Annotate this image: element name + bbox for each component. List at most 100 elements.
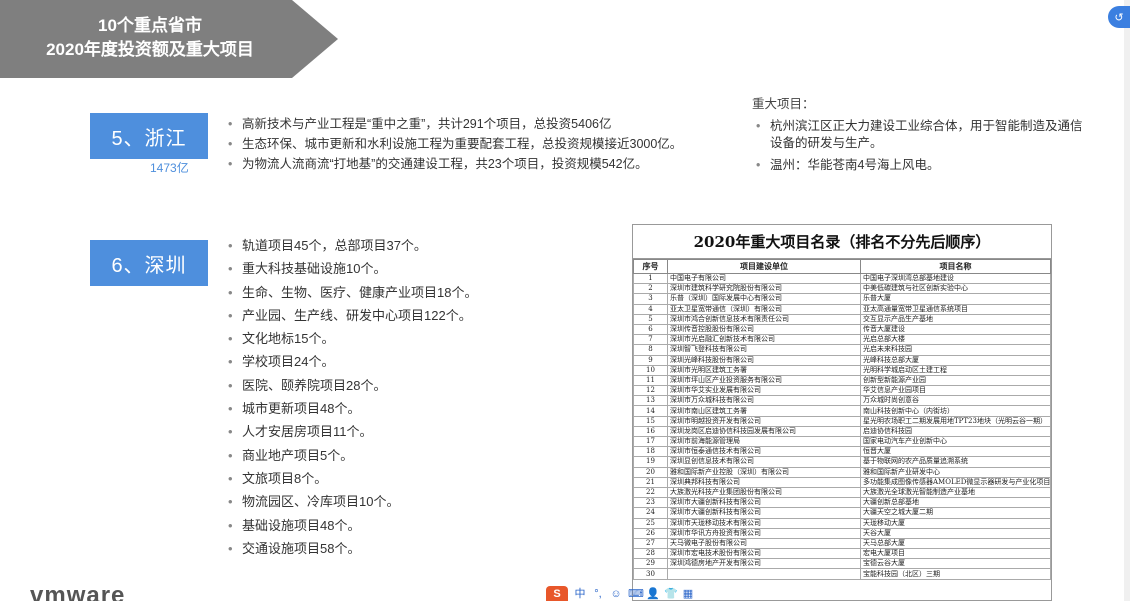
cell-project-name: 宝能科技园（北区）三期 — [860, 568, 1051, 580]
cell-index: 19 — [633, 456, 668, 468]
table-row: 25 深圳市天珑移动技术有限公司 天珑移动大厦 — [633, 517, 1051, 529]
grid-menu-icon[interactable]: ▦ — [682, 588, 694, 600]
major-projects-heading: 重大项目： — [752, 97, 815, 111]
list-item: 为物流人流商流“打地基”的交通建设工程，共23个项目，投资规模542亿。 — [228, 154, 748, 174]
cell-index: 14 — [633, 405, 668, 417]
cell-builder: 深圳市恒泰通信技术有限公司 — [667, 446, 861, 458]
scrollbar-track[interactable] — [1124, 0, 1130, 601]
zhejiang-bullet-list: 高新技术与产业工程是“重中之重”，共计291个项目，总投资5406亿 生态环保、… — [228, 114, 748, 174]
cell-index: 18 — [633, 446, 668, 458]
cell-project-name: 大疆天空之城大厦二期 — [860, 507, 1051, 519]
table-row: 1 中国电子有限公司 中国电子深圳湾总部基地建设 — [633, 272, 1051, 285]
cell-project-name: 亚太高通量宽带卫星通信系统项目 — [860, 303, 1051, 315]
cell-builder: 深圳市光启融汇创新技术有限公司 — [667, 334, 861, 346]
cell-builder: 深圳市宏电技术股份有限公司 — [667, 548, 861, 560]
cell-builder: 中国电子有限公司 — [667, 272, 861, 285]
cell-index: 26 — [633, 527, 668, 539]
list-item: 产业园、生产线、研发中心项目122个。 — [228, 304, 628, 328]
cell-project-name: 光启总部大楼 — [860, 334, 1051, 346]
cell-project-name: 南山科技创新中心（内街坊） — [860, 405, 1051, 417]
cell-project-name: 华艾信息产业园项目 — [860, 385, 1051, 397]
cell-builder: 深圳龙岗区启迪协信科技园发展有限公司 — [667, 425, 861, 438]
list-item: 温州：华能苍南4号海上风电。 — [756, 157, 1086, 174]
table-row: 29 深圳鸿德房地产开发有限公司 宝德云谷大厦 — [633, 558, 1051, 570]
cell-index: 17 — [633, 435, 668, 448]
cell-index: 29 — [633, 558, 668, 570]
cell-index: 30 — [633, 568, 668, 580]
cell-index: 16 — [633, 425, 668, 438]
cell-project-name: 宏电大厦项目 — [860, 548, 1051, 560]
table-row: 22 大族激光科技产业集团股份有限公司 大族激光全球激光智能制造产业基地 — [633, 486, 1051, 499]
cell-builder: 天马微电子股份有限公司 — [667, 537, 861, 550]
column-header: 项目建设单位 — [667, 259, 861, 274]
table-row: 16 深圳龙岗区启迪协信科技园发展有限公司 启迪协信科技园 — [633, 425, 1051, 438]
cell-builder: 深圳市光明区建筑工务署 — [667, 364, 861, 376]
list-item: 高新技术与产业工程是“重中之重”，共计291个项目，总投资5406亿 — [228, 114, 748, 134]
project-table: 序号 项目建设单位 项目名称 1 中国电子有限公司 中国电子深圳湾总部基地建设 2 深圳… — [633, 259, 1051, 580]
list-item: 轨道项目45个，总部项目37个。 — [228, 234, 628, 258]
cell-index: 27 — [633, 537, 668, 550]
list-item: 生态环保、城市更新和水利设施工程为重要配套工程，总投资规模接近3000亿。 — [228, 134, 748, 154]
cell-index: 2 — [633, 283, 668, 295]
punctuation-icon[interactable]: °, — [592, 588, 604, 600]
skin-icon[interactable]: 👕 — [664, 588, 678, 600]
emoji-icon[interactable]: ☺ — [610, 588, 622, 600]
cell-builder: 深圳市鸿合创新信息技术有限责任公司 — [667, 313, 861, 325]
table-row: 19 深圳显创信息技术有限公司 基于物联网的农产品质量追溯系统 — [633, 456, 1051, 468]
cell-builder: 深圳市前海能源管理局 — [667, 435, 861, 448]
cell-builder: 深圳市华艾实业发展有限公司 — [667, 385, 861, 397]
cell-project-name: 基于物联网的农产品质量追溯系统 — [860, 456, 1051, 468]
list-item: 文化地标15个。 — [228, 327, 628, 351]
list-item: 物流园区、冷库项目10个。 — [228, 490, 628, 514]
list-item: 基础设施项目48个。 — [228, 514, 628, 538]
vmware-logo: vmware — [30, 585, 126, 601]
user-icon[interactable]: 👤 — [646, 588, 660, 600]
cell-index: 4 — [633, 303, 668, 315]
list-item: 杭州滨江区正大力建设工业综合体，用于智能制造及通信设备的研发与生产。 — [756, 118, 1086, 152]
cell-project-name: 光峰科技总部大厦 — [860, 354, 1051, 366]
cell-project-name: 万众城时尚创意谷 — [860, 395, 1051, 407]
list-item: 医院、颐养院项目28个。 — [228, 374, 628, 398]
cell-project-name: 星光明农场职工二期发展用地TPT23地块（光明云谷一期） — [860, 415, 1051, 427]
cell-builder: 深圳光峰科技股份有限公司 — [667, 354, 861, 366]
cell-index: 10 — [633, 364, 668, 376]
list-item: 生命、生物、医疗、健康产业项目18个。 — [228, 281, 628, 305]
cell-builder: 深圳智飞登科技有限公司 — [667, 344, 861, 356]
cell-index: 3 — [633, 293, 668, 305]
cell-index: 22 — [633, 486, 668, 499]
list-item: 重大科技基础设施10个。 — [228, 257, 628, 281]
cell-index: 23 — [633, 497, 668, 509]
header-banner: 10个重点省市 2020年度投资额及重大项目 — [0, 0, 340, 78]
cell-index: 21 — [633, 476, 668, 488]
table-row: 20 雅和国际新产业控股（深圳）有限公司 雅和国际新产业研发中心 — [633, 466, 1051, 478]
chinese-mode-icon[interactable]: 中 — [574, 588, 586, 600]
cell-builder: 深圳传音控股股份有限公司 — [667, 323, 861, 336]
table-body: 1 中国电子有限公司 中国电子深圳湾总部基地建设 2 深圳市建筑科学研究院股份有限公司中… — [633, 272, 1051, 580]
table-row: 7 深圳市光启融汇创新技术有限公司 光启总部大楼 — [633, 334, 1051, 346]
cell-project-name: 天谷大厦 — [860, 527, 1051, 539]
cell-builder: 深圳市坪山区产业投资服务有限公司 — [667, 374, 861, 387]
table-header-row: 序号 项目建设单位 项目名称 — [633, 259, 1051, 274]
cell-builder: 深圳市明越投资开发有限公司 — [667, 415, 861, 427]
cell-project-name: 天马总部大厦 — [860, 537, 1051, 550]
table-row: 10 深圳市光明区建筑工务署 光明科学城启动区土建工程 — [633, 364, 1051, 376]
keyboard-icon[interactable]: ⌨ — [628, 588, 644, 600]
sogou-ime-icon[interactable]: S — [546, 586, 568, 601]
table-row: 15 深圳市明越投资开发有限公司 星光明农场职工二期发展用地TPT23地块（光明云谷… — [633, 415, 1051, 427]
table-row: 13 深圳市万众城科技有限公司 万众城时尚创意谷 — [633, 395, 1051, 407]
cell-builder: 乐普（深圳）国际发展中心有限公司 — [667, 293, 861, 305]
cell-index: 8 — [633, 344, 668, 356]
ime-toolbar[interactable]: S 中 °, ☺ ⌨ 👤 👕 ▦ — [546, 586, 694, 601]
list-item: 商业地产项目5个。 — [228, 444, 628, 468]
refresh-icon[interactable]: ↺ — [1108, 6, 1130, 28]
cell-project-name: 天珑移动大厦 — [860, 517, 1051, 529]
cell-project-name: 雅和国际新产业研发中心 — [860, 466, 1051, 478]
cell-builder: 深圳市华讯方舟投资有限公司 — [667, 527, 861, 539]
cell-project-name: 光启未来科技园 — [860, 344, 1051, 356]
table-row: 12 深圳市华艾实业发展有限公司 华艾信息产业园项目 — [633, 385, 1051, 397]
cell-builder: 深圳市天珑移动技术有限公司 — [667, 517, 861, 529]
cell-project-name: 传音大厦建设 — [860, 323, 1051, 336]
cell-index: 28 — [633, 548, 668, 560]
shenzhen-bullet-list: 轨道项目45个，总部项目37个。 重大科技基础设施10个。 生命、生物、医疗、健… — [228, 234, 628, 560]
cell-index: 11 — [633, 374, 668, 387]
